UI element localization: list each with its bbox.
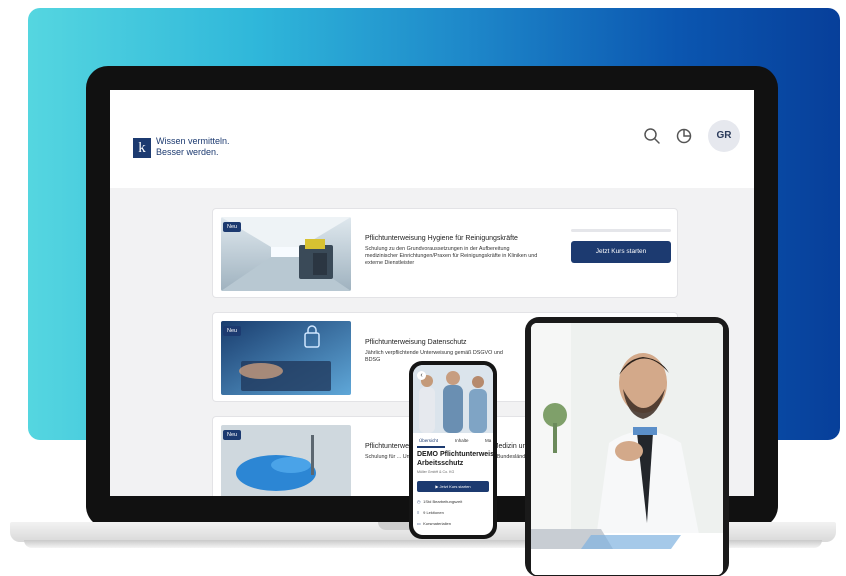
- mobile-course-title: DEMO Pflichtunterweisung Arbeitsschutz: [417, 451, 493, 468]
- phone-screen: ‹ Übersicht Inhalte Ma DEMO Pflichtunter…: [413, 365, 493, 535]
- new-badge: Neu: [223, 430, 242, 440]
- course-thumbnail: Neu: [221, 217, 351, 291]
- course-title[interactable]: Pflichtunterweisung Hygiene für Reinigun…: [365, 235, 518, 242]
- nurses-photo: ‹: [413, 365, 493, 433]
- mobile-course-provider: Müller GmbH & Co. KG: [417, 470, 455, 474]
- new-badge: Neu: [223, 222, 242, 232]
- info-row-materials[interactable]: ▭ Kursmaterialien: [417, 521, 451, 526]
- course-card[interactable]: Neu Pflichtunterweisung Hygiene für Rein…: [212, 208, 678, 298]
- info-row-lessons: ≡ 9 Lektionen: [417, 510, 444, 515]
- brand-logo[interactable]: k: [133, 138, 151, 158]
- info-row-duration: ◷ 1Std Bearbeitungszeit: [417, 499, 462, 504]
- course-thumbnail: Neu: [221, 425, 351, 496]
- start-course-button[interactable]: Jetzt Kurs starten: [571, 241, 671, 263]
- tablet-screen: [531, 323, 723, 575]
- clock-icon: ◷: [417, 499, 421, 504]
- lessons-text: 9 Lektionen: [423, 510, 444, 515]
- course-thumbnail: Neu: [221, 321, 351, 395]
- tab-overview[interactable]: Übersicht: [419, 438, 438, 443]
- materials-text: Kursmaterialien: [423, 521, 451, 526]
- brand-tagline: Wissen vermitteln. Besser werden.: [156, 136, 230, 158]
- tab-contents[interactable]: Inhalte: [455, 438, 469, 443]
- mobile-start-course-button[interactable]: ▶ Jetzt Kurs starten: [417, 481, 489, 492]
- tagline-line-2: Besser werden.: [156, 147, 219, 157]
- pie-chart-icon[interactable]: [674, 126, 694, 146]
- mobile-start-label: Jetzt Kurs starten: [439, 484, 471, 489]
- app-header: k Wissen vermitteln. Besser werden. GR: [110, 90, 754, 188]
- active-tab-indicator: [417, 446, 445, 448]
- course-progress-bar: [571, 229, 671, 232]
- search-icon[interactable]: [642, 126, 662, 146]
- back-arrow-icon[interactable]: ‹: [417, 371, 426, 380]
- tagline-line-1: Wissen vermitteln.: [156, 136, 230, 146]
- folder-icon: ▭: [417, 521, 421, 526]
- new-badge: Neu: [223, 326, 242, 336]
- user-avatar[interactable]: GR: [708, 120, 740, 152]
- mobile-title-line-1: DEMO Pflichtunterweisung: [417, 451, 493, 458]
- mobile-title-line-2: Arbeitsschutz: [417, 459, 464, 467]
- marketing-visual: k Wissen vermitteln. Besser werden. GR N…: [0, 0, 846, 576]
- duration-text: 1Std Bearbeitungszeit: [423, 499, 463, 504]
- list-icon: ≡: [417, 510, 420, 515]
- course-title[interactable]: Pflichtunterweisung Datenschutz: [365, 339, 467, 346]
- tab-materials[interactable]: Ma: [485, 438, 491, 443]
- mobile-tabs: Übersicht Inhalte Ma: [413, 435, 493, 448]
- course-description: Schulung zu den Grundvoraussetzungen in …: [365, 246, 538, 266]
- doctor-photo: [531, 323, 723, 575]
